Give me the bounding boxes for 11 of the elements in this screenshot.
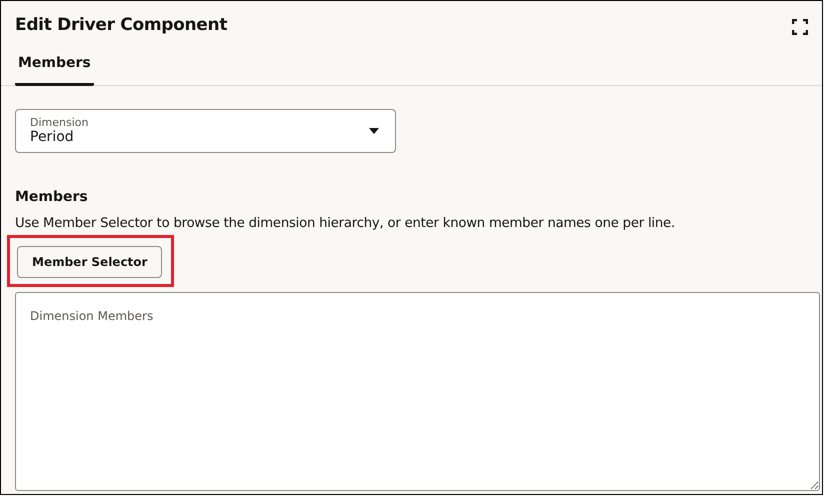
maximize-icon[interactable] bbox=[790, 17, 810, 37]
member-selector-button[interactable]: Member Selector bbox=[17, 246, 162, 278]
description-text: Use Member Selector to browse the dimension hierarchy, or enter known member names one per line. bbox=[15, 216, 676, 231]
dimension-select[interactable]: Dimension Period bbox=[15, 109, 396, 153]
section-heading: Members bbox=[15, 189, 89, 205]
select-value: Period bbox=[30, 129, 75, 146]
dialog-title: Edit Driver Component bbox=[15, 15, 228, 35]
caret-icon bbox=[369, 128, 379, 134]
members-field[interactable]: Dimension Members bbox=[15, 292, 820, 491]
field-label: Dimension bbox=[30, 116, 88, 129]
tab[interactable]: Members bbox=[15, 51, 94, 86]
